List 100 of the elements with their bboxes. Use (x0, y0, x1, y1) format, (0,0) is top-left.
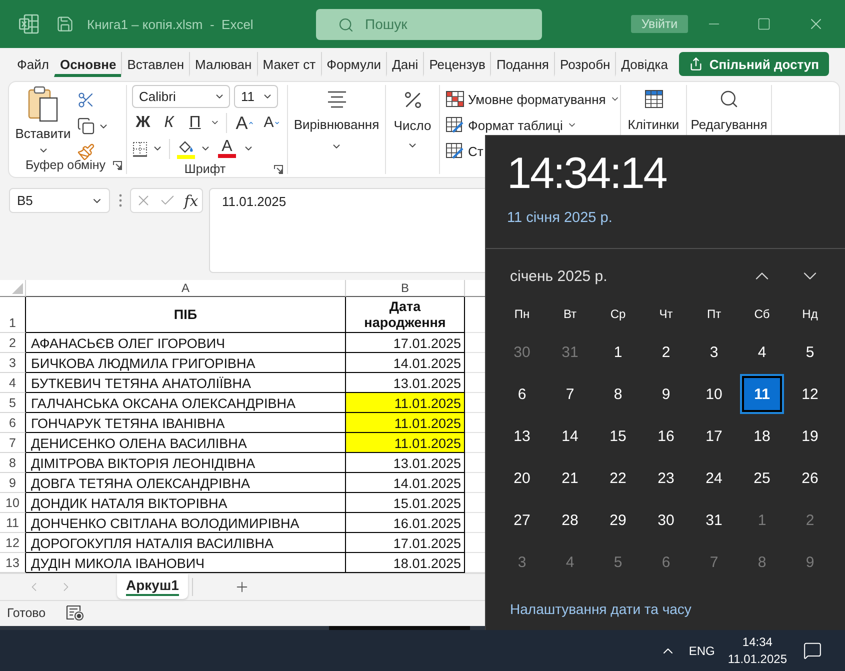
row-number[interactable]: 13 (0, 553, 26, 573)
calendar-day[interactable]: 26 (788, 458, 832, 498)
row-number[interactable]: 3 (0, 353, 26, 373)
calendar-day[interactable]: 3 (692, 332, 736, 372)
font-name-select[interactable]: Calibri (132, 85, 230, 108)
date-cell: 15.01.2025 (346, 493, 465, 513)
name-cell: ДОРОГОКУПЛЯ НАТАЛІЯ ВАСИЛІВНА (26, 533, 346, 553)
settings-link[interactable]: Налаштування дати та часу (510, 601, 692, 617)
calendar-day[interactable]: 16 (644, 416, 688, 456)
row-number[interactable]: 10 (0, 493, 26, 513)
calendar-day[interactable]: 24 (692, 458, 736, 498)
taskbar-clock[interactable]: 14:34 11.01.2025 (724, 635, 791, 666)
italic-button[interactable]: К (158, 112, 180, 134)
month-label[interactable]: січень 2025 р. (508, 268, 610, 284)
paintbrush-icon[interactable] (77, 143, 95, 161)
ribbon-tab[interactable]: Рецензув (423, 52, 490, 76)
scissors-icon[interactable] (77, 91, 95, 109)
calendar-day[interactable]: 28 (548, 500, 592, 540)
row-number[interactable]: 7 (0, 433, 26, 453)
row-number[interactable]: 4 (0, 373, 26, 393)
font-size-select[interactable]: 11 (234, 85, 278, 108)
shrink-font-button[interactable]: A (260, 112, 283, 134)
column-header[interactable]: B (346, 280, 465, 297)
calendar-day[interactable]: 12 (788, 374, 832, 414)
name-cell: ДЕНИСЕНКО ОЛЕНА ВАСИЛІВНА (26, 433, 346, 453)
calendar-day[interactable]: 23 (644, 458, 688, 498)
calendar-day[interactable]: 6 (500, 374, 544, 414)
column-header[interactable]: A (26, 280, 346, 297)
name-box[interactable]: B5 (9, 188, 110, 213)
name-cell: БИЧКОВА ЛЮДМИЛА ГРИГОРІВНА (26, 353, 346, 373)
align-center-icon (326, 91, 346, 108)
calendar-day[interactable]: 27 (500, 500, 544, 540)
calendar-day[interactable]: 25 (740, 458, 784, 498)
maximize-icon[interactable] (757, 17, 772, 31)
calendar-day[interactable]: 22 (596, 458, 640, 498)
calendar-day[interactable]: 1 (596, 332, 640, 372)
calendar-day[interactable]: 11 (740, 374, 784, 414)
language-indicator[interactable]: ENG (688, 644, 715, 658)
ribbon-tab[interactable]: Файл (11, 52, 54, 76)
ribbon-tab[interactable]: Формули (320, 52, 386, 76)
editing-button[interactable]: Редагування (687, 85, 771, 132)
ribbon-tab[interactable]: Вставлен (121, 52, 189, 76)
search-field[interactable]: Пошук (316, 8, 542, 40)
ribbon-tab[interactable]: Розробн (554, 52, 616, 76)
paste-button[interactable]: Вставити (9, 85, 77, 156)
ribbon-tab[interactable]: Довідка (615, 52, 673, 76)
calendar-day[interactable]: 2 (644, 332, 688, 372)
row-number[interactable]: 2 (0, 333, 26, 353)
ribbon-tab[interactable]: Подання (490, 52, 554, 76)
calendar-day[interactable]: 31 (692, 500, 736, 540)
ribbon-tab[interactable]: Макет ст (256, 52, 321, 76)
calendar-day[interactable]: 7 (548, 374, 592, 414)
calendar-day[interactable]: 8 (596, 374, 640, 414)
conditional-formatting-button[interactable]: Умовне форматування (444, 87, 622, 111)
calendar-day[interactable]: 20 (500, 458, 544, 498)
calendar-day[interactable]: 19 (788, 416, 832, 456)
ribbon-tab[interactable]: Основне (54, 52, 122, 76)
row-number[interactable]: 8 (0, 453, 26, 473)
weekday-label: Чт (659, 307, 673, 321)
cell-styles-button[interactable]: Ст (444, 139, 486, 163)
paint-bucket-icon[interactable] (176, 138, 196, 158)
calendar-day[interactable]: 29 (596, 500, 640, 540)
bold-button[interactable]: Ж (132, 112, 154, 134)
accessibility-icon[interactable] (66, 605, 84, 621)
calendar-day[interactable]: 30 (644, 500, 688, 540)
sheet-tab[interactable]: Аркуш1 (117, 574, 188, 599)
ribbon-tab[interactable]: Малюван (189, 52, 257, 76)
cells-button[interactable]: Клітинки (621, 85, 686, 132)
insert-function-button[interactable]: fx (184, 192, 198, 210)
row-number[interactable]: 9 (0, 473, 26, 493)
row-number[interactable]: 5 (0, 393, 26, 413)
underline-button[interactable]: П (184, 112, 206, 134)
grow-font-button[interactable]: A (232, 112, 257, 134)
calendar-day[interactable]: 13 (500, 416, 544, 456)
calendar-day[interactable]: 9 (644, 374, 688, 414)
notification-icon[interactable] (803, 641, 822, 660)
calendar-day[interactable]: 17 (692, 416, 736, 456)
calendar-day[interactable]: 5 (788, 332, 832, 372)
row-number[interactable]: 6 (0, 413, 26, 433)
font-color-button[interactable]: A (215, 138, 239, 160)
copy-icon[interactable] (77, 117, 95, 135)
number-format-button[interactable]: Число (386, 85, 439, 151)
calendar-day[interactable]: 18 (740, 416, 784, 456)
share-button[interactable]: Спільний доступ (679, 52, 829, 76)
dialog-launcher-icon[interactable] (113, 160, 122, 170)
calendar-day[interactable]: 4 (740, 332, 784, 372)
border-icon[interactable] (132, 140, 148, 156)
row-number[interactable]: 11 (0, 513, 26, 533)
row-number[interactable]: 1 (0, 297, 26, 333)
calendar-day[interactable]: 15 (596, 416, 640, 456)
save-icon[interactable] (56, 15, 74, 33)
ribbon-tab[interactable]: Дані (386, 52, 424, 76)
alignment-button[interactable]: Вирівнювання (288, 85, 385, 152)
drag-dots-icon[interactable] (119, 194, 122, 207)
calendar-day[interactable]: 14 (548, 416, 592, 456)
calendar-day[interactable]: 21 (548, 458, 592, 498)
calendar-day[interactable]: 10 (692, 374, 736, 414)
dialog-launcher-icon[interactable] (274, 164, 283, 174)
row-number[interactable]: 12 (0, 533, 26, 553)
weekday-label: Пт (706, 307, 722, 321)
